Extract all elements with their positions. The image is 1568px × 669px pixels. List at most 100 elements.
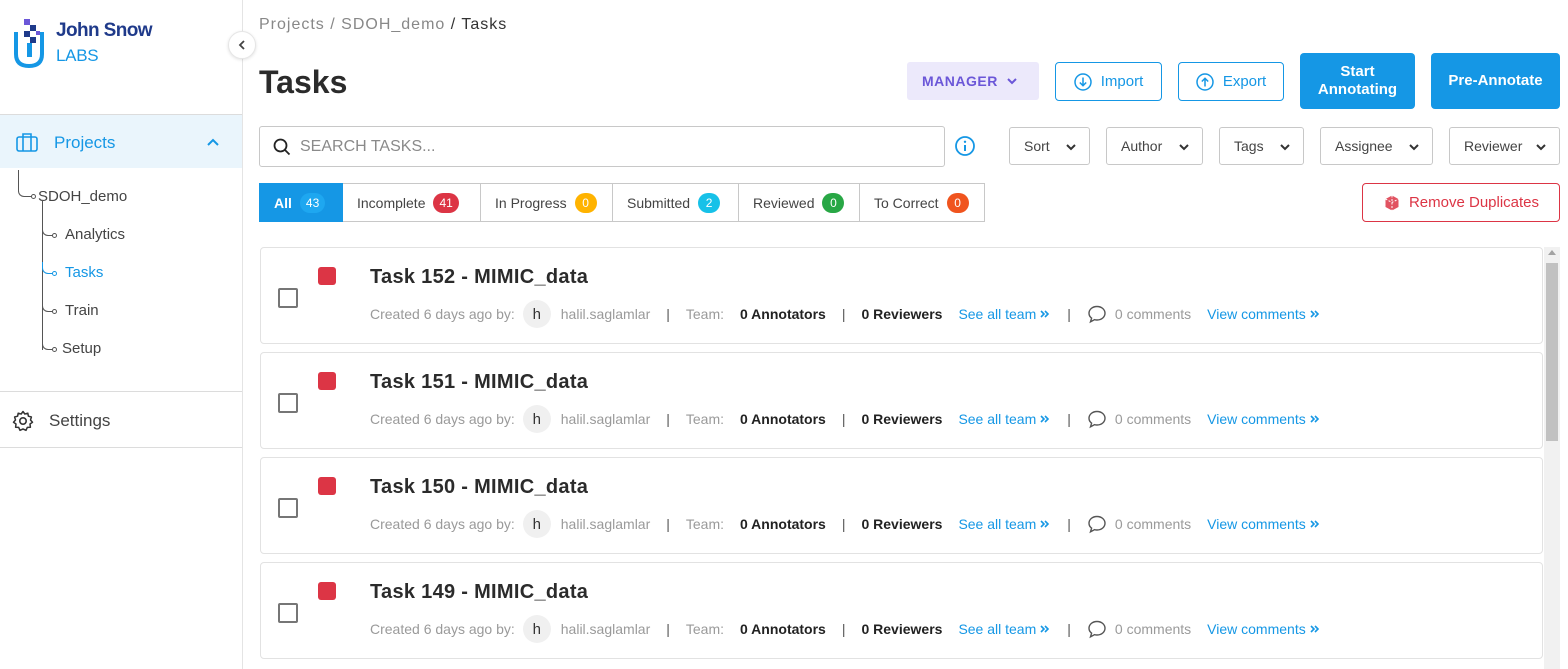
team-label: Team: [685,516,725,532]
tab-label: All [274,194,292,211]
author-label: Author [1121,138,1163,154]
tree-dot [52,309,57,314]
meta-separator: | [666,621,670,637]
chevron-down-icon [1066,144,1076,151]
task-title[interactable]: Task 151 - MIMIC_data [370,371,588,394]
task-title[interactable]: Task 152 - MIMIC_data [370,266,588,289]
avatar: h [522,510,551,538]
scroll-up-arrow-icon[interactable] [1548,250,1556,255]
created-label: Created 6 days ago by: [370,516,515,532]
sidebar-item-setup[interactable]: Setup [62,340,101,357]
tab-incomplete[interactable]: Incomplete 41 [343,183,481,222]
task-list-scrollbar[interactable] [1544,247,1560,669]
tab-to-correct[interactable]: To Correct 0 [860,183,985,222]
pre-annotate-label: Pre-Annotate [1448,72,1543,89]
double-chevron-right-icon [1040,520,1050,528]
chevron-up-icon[interactable] [206,136,220,148]
briefcase-icon [16,133,38,152]
meta-separator: | [1067,621,1071,637]
comment-icon [1088,410,1106,429]
see-all-team-link[interactable]: See all team [958,621,1051,637]
tags-dropdown[interactable]: Tags [1219,127,1304,165]
sort-label: Sort [1024,138,1050,154]
avatar: h [522,615,551,643]
project-tree: SDOH_demo Analytics Tasks Train Setup [0,168,242,390]
assignee-dropdown[interactable]: Assignee [1320,127,1433,165]
meta-separator: | [1067,306,1071,322]
info-icon[interactable] [954,135,976,157]
start-label-line1: Start [1340,63,1375,80]
search-input[interactable] [300,136,920,158]
scroll-thumb[interactable] [1546,263,1558,441]
reviewers-count: 0 Reviewers [861,306,943,322]
start-annotating-button[interactable]: Start Annotating [1300,53,1415,109]
reviewers-count: 0 Reviewers [861,516,943,532]
chevron-down-icon [1007,78,1017,85]
export-icon [1196,72,1214,91]
tab-label: Incomplete [357,194,426,211]
task-checkbox[interactable] [278,288,298,308]
task-title[interactable]: Task 150 - MIMIC_data [370,476,588,499]
task-title[interactable]: Task 149 - MIMIC_data [370,581,588,604]
see-all-team-label: See all team [958,516,1037,532]
author-dropdown[interactable]: Author [1106,127,1203,165]
tree-dot [52,233,57,238]
breadcrumb-projects[interactable]: Projects [259,16,325,33]
count-badge: 0 [946,192,969,213]
remove-duplicates-button[interactable]: Remove Duplicates [1362,183,1560,222]
export-button[interactable]: Export [1178,62,1284,101]
search-box[interactable] [259,126,945,167]
tab-all[interactable]: All 43 [259,183,343,222]
tree-dot [31,194,36,199]
see-all-team-link[interactable]: See all team [958,411,1051,427]
pre-annotate-button[interactable]: Pre-Annotate [1431,53,1560,109]
task-status-flag [318,267,336,285]
breadcrumb-separator: / [450,16,457,33]
search-icon [273,138,291,156]
view-comments-link[interactable]: View comments [1207,516,1321,532]
view-comments-link[interactable]: View comments [1207,621,1321,637]
tab-submitted[interactable]: Submitted 2 [613,183,739,222]
avatar: h [522,405,551,433]
see-all-team-link[interactable]: See all team [958,516,1051,532]
view-comments-link[interactable]: View comments [1207,411,1321,427]
view-comments-link[interactable]: View comments [1207,306,1321,322]
author-name: halil.saglamlar [560,516,651,532]
count-badge: 43 [299,192,326,213]
sidebar-collapse-button[interactable] [228,31,256,59]
sidebar-item-analytics[interactable]: Analytics [65,226,125,243]
task-card[interactable]: Task 149 - MIMIC_data Created 6 days ago… [260,562,1543,659]
john-snow-labs-logo-icon [14,19,44,68]
task-card[interactable]: Task 150 - MIMIC_data Created 6 days ago… [260,457,1543,554]
brand-logo[interactable]: John Snow LABS [12,14,172,70]
sidebar-item-projects[interactable]: Projects [0,114,242,168]
tab-reviewed[interactable]: Reviewed 0 [739,183,860,222]
sidebar-item-settings[interactable]: Settings [0,391,242,448]
reviewer-dropdown[interactable]: Reviewer [1449,127,1560,165]
meta-separator: | [666,516,670,532]
role-dropdown[interactable]: MANAGER [907,62,1039,100]
task-checkbox[interactable] [278,393,298,413]
comments-count: 0 comments [1114,516,1192,532]
tags-label: Tags [1234,138,1264,154]
sidebar-item-train[interactable]: Train [65,302,99,319]
sidebar-item-sdoh-demo[interactable]: SDOH_demo [38,188,127,205]
sidebar-item-tasks[interactable]: Tasks [65,264,103,281]
tab-in-progress[interactable]: In Progress 0 [481,183,613,222]
task-checkbox[interactable] [278,498,298,518]
task-card[interactable]: Task 151 - MIMIC_data Created 6 days ago… [260,352,1543,449]
task-card[interactable]: Task 152 - MIMIC_data Created 6 days ago… [260,247,1543,344]
breadcrumb-project[interactable]: SDOH_demo [341,16,445,33]
chevron-down-icon [1536,144,1546,151]
reviewer-label: Reviewer [1464,138,1523,154]
import-icon [1073,72,1092,91]
see-all-team-link[interactable]: See all team [958,306,1051,322]
sort-dropdown[interactable]: Sort [1009,127,1090,165]
tree-connector [18,170,32,197]
author-name: halil.saglamlar [560,306,651,322]
sidebar: John Snow LABS Projects SDOH_demo Analyt… [0,0,243,669]
import-button[interactable]: Import [1055,62,1162,101]
task-checkbox[interactable] [278,603,298,623]
assignee-label: Assignee [1335,138,1393,154]
meta-separator: | [841,411,846,427]
